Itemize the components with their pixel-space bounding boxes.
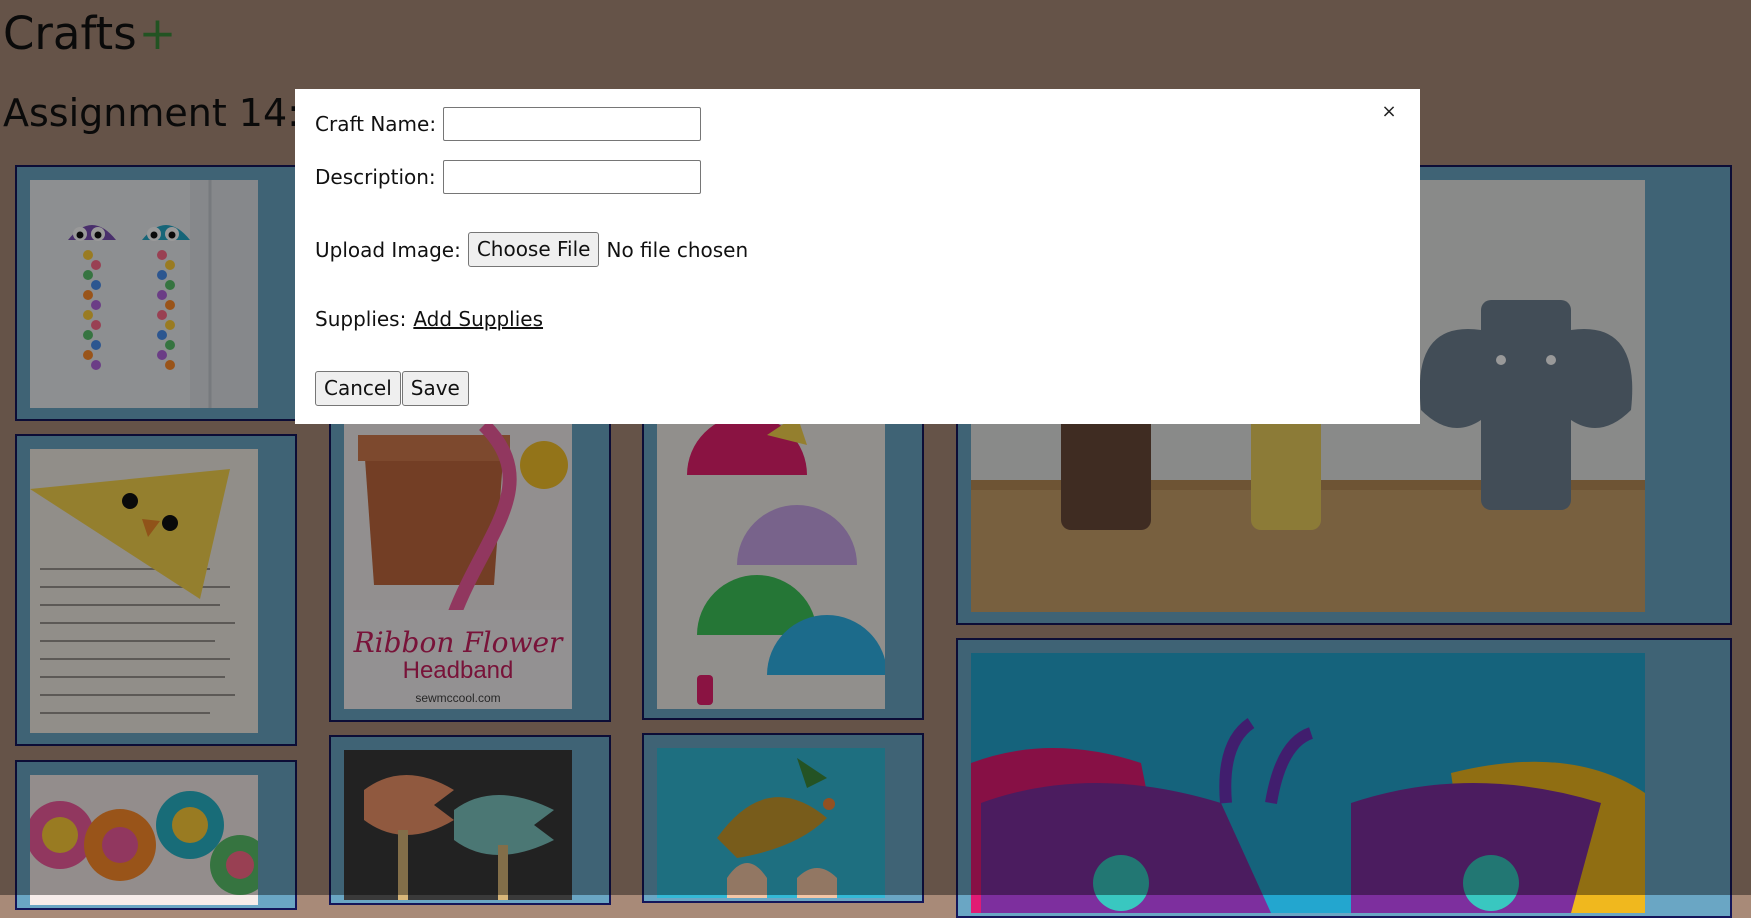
description-row: Description:	[315, 160, 701, 194]
description-label: Description:	[315, 165, 436, 189]
description-input[interactable]	[442, 160, 701, 194]
action-buttons: Cancel Save	[315, 371, 469, 406]
save-button[interactable]: Save	[401, 371, 469, 406]
choose-file-button[interactable]: Choose File	[467, 232, 600, 267]
add-supplies-link[interactable]: Add Supplies	[413, 306, 543, 332]
supplies-label: Supplies:	[315, 307, 407, 331]
upload-image-row: Upload Image: Choose File No file chosen	[315, 232, 748, 267]
craft-name-row: Craft Name:	[315, 107, 702, 141]
close-icon[interactable]: ×	[1378, 101, 1400, 123]
file-status-text: No file chosen	[606, 237, 749, 262]
craft-name-input[interactable]	[443, 107, 702, 141]
craft-name-label: Craft Name:	[315, 112, 437, 136]
add-craft-modal: × Craft Name: Description: Upload Image:…	[295, 89, 1420, 424]
upload-image-label: Upload Image:	[315, 237, 461, 262]
cancel-button[interactable]: Cancel	[315, 371, 401, 406]
supplies-row: Supplies: Add Supplies	[315, 306, 543, 332]
